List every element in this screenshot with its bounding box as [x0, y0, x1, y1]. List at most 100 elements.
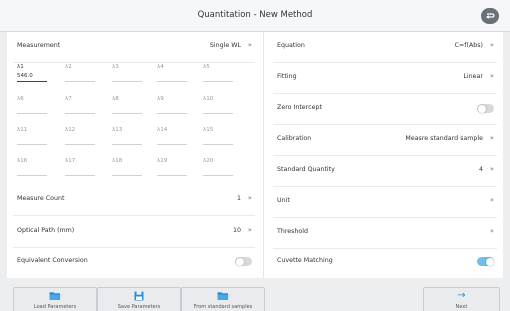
wavelength-underline — [65, 175, 95, 176]
title-bar: Quantitation - New Method — [0, 0, 510, 32]
wavelength-field[interactable]: λ8 — [112, 96, 142, 120]
save-icon — [134, 291, 144, 301]
wavelength-label: λ15 — [203, 127, 214, 133]
threshold-label: Threshold — [277, 228, 309, 235]
chevron-right-icon: » — [489, 134, 494, 142]
wavelength-field[interactable]: λ16 — [17, 158, 47, 182]
optical-path-label: Optical Path (mm) — [17, 227, 75, 234]
standard-quantity-row[interactable]: Standard Quantity 4 » — [273, 156, 497, 187]
chevron-right-icon: » — [489, 227, 494, 235]
wavelength-underline — [65, 81, 95, 82]
chevron-right-icon: » — [247, 41, 252, 49]
equivalent-conversion-toggle[interactable] — [235, 257, 252, 266]
wavelength-label: λ3 — [112, 64, 119, 70]
wavelength-underline — [112, 175, 142, 176]
chevron-right-icon: » — [489, 41, 494, 49]
wavelength-label: λ4 — [157, 64, 164, 70]
method-settings-panel: Measurement Single WL » λ1 546.0 λ2 λ3 λ4 λ5 λ… — [7, 32, 503, 278]
from-standard-samples-button[interactable]: From standard samples — [181, 287, 265, 311]
optical-path-value: 10 — [232, 227, 241, 234]
wavelength-underline — [203, 81, 233, 82]
wavelength-label: λ18 — [112, 158, 123, 164]
wavelength-label: λ2 — [65, 64, 72, 70]
wavelength-field[interactable]: λ12 — [65, 127, 95, 151]
wavelength-label: λ13 — [112, 127, 123, 133]
toggle-knob — [485, 257, 494, 266]
fitting-value: Linear — [463, 73, 483, 80]
wavelength-field[interactable]: λ14 — [157, 127, 187, 151]
zero-intercept-toggle[interactable] — [477, 104, 494, 113]
measure-count-label: Measure Count — [17, 195, 65, 202]
fitting-row[interactable]: Fitting Linear » — [273, 63, 497, 94]
unit-row[interactable]: Unit » — [273, 187, 497, 218]
wavelength-label: λ17 — [65, 158, 76, 164]
wavelength-underline — [157, 81, 187, 82]
wavelength-label: λ6 — [17, 96, 24, 102]
threshold-row[interactable]: Threshold » — [273, 218, 497, 249]
wavelength-field[interactable]: λ7 — [65, 96, 95, 120]
fitting-label: Fitting — [277, 73, 297, 80]
wavelength-underline — [112, 144, 142, 145]
wavelength-field[interactable]: λ13 — [112, 127, 142, 151]
wavelength-underline — [203, 144, 233, 145]
wavelength-underline — [65, 144, 95, 145]
zero-intercept-label: Zero Intercept — [277, 104, 322, 111]
wavelength-label: λ11 — [17, 127, 28, 133]
save-parameters-button[interactable]: Save Parameters — [97, 287, 181, 311]
wavelength-label: λ16 — [17, 158, 28, 164]
measure-count-row[interactable]: Measure Count 1 » — [13, 185, 255, 216]
wavelength-field[interactable]: λ15 — [203, 127, 233, 151]
wavelength-field[interactable]: λ9 — [157, 96, 187, 120]
wavelength-field[interactable]: λ17 — [65, 158, 95, 182]
standard-quantity-label: Standard Quantity — [277, 166, 335, 173]
standard-quantity-value: 4 — [478, 166, 483, 173]
window-title: Quantitation - New Method — [197, 10, 313, 20]
equation-row[interactable]: Equation C=f(Abs) » — [273, 32, 497, 63]
next-button[interactable]: → Next — [423, 287, 500, 311]
cuvette-matching-label: Cuvette Matching — [277, 257, 333, 264]
wavelength-underline — [17, 175, 47, 176]
next-label: Next — [455, 304, 468, 310]
arrow-right-icon: → — [457, 290, 466, 301]
measure-count-value: 1 — [236, 195, 241, 202]
chevron-right-icon: » — [489, 165, 494, 173]
optical-path-row[interactable]: Optical Path (mm) 10 » — [13, 217, 255, 248]
wavelength-field[interactable]: λ2 — [65, 64, 95, 88]
wavelength-field[interactable]: λ18 — [112, 158, 142, 182]
unit-label: Unit — [277, 197, 290, 204]
load-parameters-label: Load Parameters — [33, 304, 77, 310]
equivalent-conversion-row: Equivalent Conversion — [13, 247, 255, 278]
equation-value: C=f(Abs) — [454, 42, 483, 49]
wavelength-field[interactable]: λ20 — [203, 158, 233, 182]
chevron-right-icon: » — [247, 194, 252, 202]
wavelength-field[interactable]: λ11 — [17, 127, 47, 151]
wavelength-field[interactable]: λ5 — [203, 64, 233, 88]
measurement-row[interactable]: Measurement Single WL » — [13, 32, 255, 63]
calibration-row[interactable]: Calibration Measre standard sample » — [273, 125, 497, 156]
cuvette-matching-toggle[interactable] — [477, 257, 494, 266]
right-column: Equation C=f(Abs) » Fitting Linear » Zer… — [267, 32, 503, 278]
measurement-label: Measurement — [17, 42, 61, 49]
toggle-knob — [477, 104, 486, 113]
wavelength-label: λ14 — [157, 127, 168, 133]
back-button[interactable] — [481, 8, 499, 24]
calibration-label: Calibration — [277, 135, 312, 142]
wavelength-label: λ19 — [157, 158, 168, 164]
zero-intercept-row: Zero Intercept — [273, 94, 497, 125]
wavelength-underline — [203, 113, 233, 114]
wavelength-underline — [17, 144, 47, 145]
wavelength-underline — [17, 81, 47, 82]
wavelength-field[interactable]: λ19 — [157, 158, 187, 182]
wavelength-field[interactable]: λ10 — [203, 96, 233, 120]
wavelength-field[interactable]: λ4 — [157, 64, 187, 88]
wavelength-field[interactable]: λ6 — [17, 96, 47, 120]
load-parameters-button[interactable]: Load Parameters — [13, 287, 97, 311]
folder-open-icon — [49, 292, 61, 300]
chevron-right-icon: » — [489, 196, 494, 204]
wavelength-field[interactable]: λ1 546.0 — [17, 64, 47, 88]
return-icon — [485, 13, 495, 19]
wavelength-underline — [65, 113, 95, 114]
wavelength-grid: λ1 546.0 λ2 λ3 λ4 λ5 λ6 λ7 λ8 λ9 λ10 λ11 λ12 λ13 λ14 λ1… — [17, 64, 247, 189]
wavelength-field[interactable]: λ3 — [112, 64, 142, 88]
equation-label: Equation — [277, 42, 305, 49]
